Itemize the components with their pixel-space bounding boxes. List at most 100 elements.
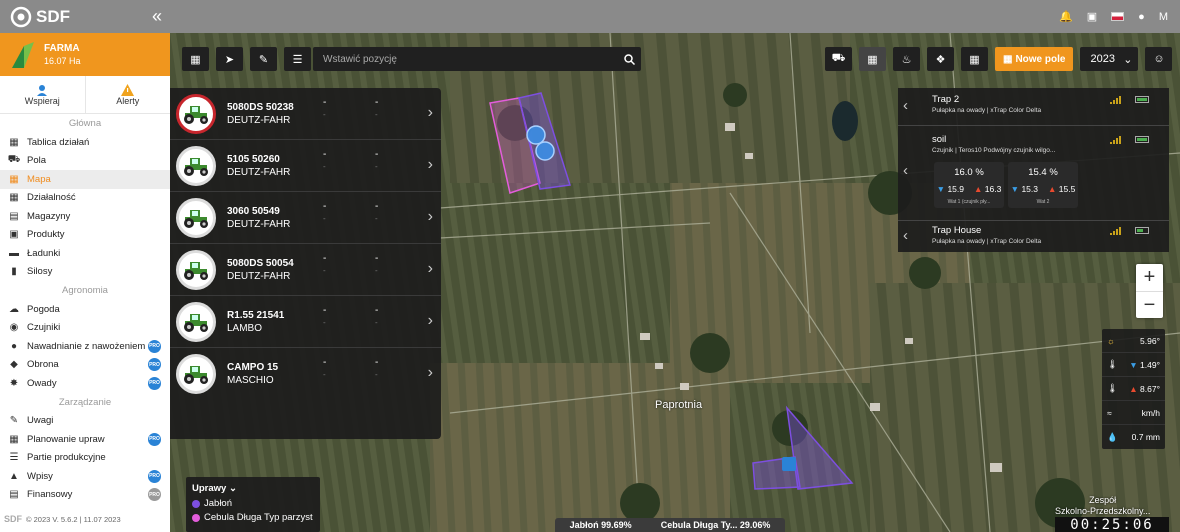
- machine-row[interactable]: R1.55 21541 LAMBO - - - - ›: [170, 296, 441, 348]
- sidebar-item-pola[interactable]: ⛟ Pola: [0, 152, 170, 171]
- flag-pl-icon[interactable]: [1111, 12, 1125, 21]
- sensor-trap2[interactable]: ‹ Trap 2 Pułapka na owady | xTrap Color …: [898, 88, 1169, 126]
- locate-icon[interactable]: ➤: [216, 47, 243, 71]
- chevron-right-icon[interactable]: ›: [428, 260, 433, 278]
- tractor-icon[interactable]: ⛟: [825, 47, 852, 71]
- sidebar-item-tablica-działań[interactable]: ▦ Tablica działań: [0, 133, 170, 152]
- chevron-left-icon[interactable]: ‹: [903, 227, 908, 244]
- new-field-button[interactable]: ▦ Nowe pole: [995, 47, 1074, 71]
- truck-icon: ▬: [9, 247, 19, 259]
- search-icon[interactable]: [617, 53, 641, 65]
- drop-icon: ●: [10, 340, 18, 352]
- machine-row[interactable]: 5105 50260 DEUTZ-FAHR - - - - ›: [170, 140, 441, 192]
- farm-header[interactable]: FARMA 16.07 Ha: [0, 33, 170, 76]
- sidebar-item-ładunki[interactable]: ▬ Ładunki: [0, 244, 170, 263]
- user-initial[interactable]: M: [1159, 11, 1168, 23]
- signal-icon[interactable]: ❖: [927, 47, 954, 71]
- sidebar-item-silosy[interactable]: ▮ Silosy: [0, 263, 170, 282]
- machine-row[interactable]: CAMPO 15 MASCHIO - - - - ›: [170, 348, 441, 400]
- sidebar-item-partie-produkcyjne[interactable]: ☰ Partie produkcyjne: [0, 449, 170, 468]
- collapse-sidebar-icon[interactable]: «: [152, 6, 162, 27]
- sidebar-item-planowanie-upraw[interactable]: ▦ Planowanie upraw PRO: [0, 430, 170, 449]
- chevron-right-icon[interactable]: ›: [428, 312, 433, 330]
- sensor-icon: ◉: [9, 322, 19, 334]
- sensor-title: soil: [932, 134, 947, 145]
- sidebar-item-działalność[interactable]: ▦ Działalność: [0, 189, 170, 208]
- sidebar-item-pogoda[interactable]: ☁ Pogoda: [0, 300, 170, 319]
- year-select[interactable]: 2023 ⌄: [1080, 47, 1139, 71]
- network-icon[interactable]: ▣: [1087, 10, 1097, 23]
- sensor-title: Trap 2: [932, 94, 960, 105]
- chevron-left-icon[interactable]: ‹: [903, 97, 908, 114]
- machine-row[interactable]: 3060 50549 DEUTZ-FAHR - - - - ›: [170, 192, 441, 244]
- sidebar-item-label: Działalność: [27, 192, 76, 204]
- map-icon[interactable]: ▦: [182, 47, 209, 71]
- sidebar-item-owady[interactable]: ✸ Owady PRO: [0, 374, 170, 393]
- grid-icon[interactable]: ▦: [859, 47, 886, 71]
- sidebar-item-uwagi[interactable]: ✎ Uwagi: [0, 412, 170, 431]
- machine-brand: LAMBO: [227, 322, 263, 334]
- sidebar-item-finansowy[interactable]: ▤ Finansowy PRO: [0, 486, 170, 505]
- sidebar-item-produkty[interactable]: ▣ Produkty: [0, 226, 170, 245]
- chevron-down-icon: ⌄: [228, 483, 237, 494]
- arrow-down-icon: ▼: [936, 184, 946, 194]
- machine-value-1: -: [323, 253, 327, 264]
- chevron-left-icon[interactable]: ‹: [903, 162, 908, 179]
- zoom-in-button[interactable]: +: [1136, 264, 1163, 291]
- pro-badge: PRO: [148, 339, 161, 353]
- crop-summary-bar[interactable]: Jabłoń 99.69% Cebula Długa Ty... 29.06%: [555, 518, 785, 532]
- arrow-up-icon: ▲: [974, 184, 983, 194]
- tab-alerts[interactable]: Alerty: [84, 76, 171, 113]
- sidebar-item-magazyny[interactable]: ▤ Magazyny: [0, 207, 170, 226]
- sensor-traphouse[interactable]: ‹ Trap House Pułapka na owady | xTrap Co…: [898, 221, 1169, 252]
- rain-icon: 💧: [1107, 431, 1118, 442]
- sensor-marker[interactable]: [535, 141, 555, 161]
- crops-legend: Uprawy ⌄ Jabłoń Cebula Długa Typ parzyst: [186, 477, 320, 532]
- tractor-icon: ⛟: [7, 154, 21, 166]
- machine-sub-1: -: [323, 110, 326, 119]
- drop-icon[interactable]: ♨: [893, 47, 920, 71]
- sensor-title: Trap House: [932, 225, 982, 236]
- legend-item[interactable]: Jabłoń: [192, 498, 314, 509]
- map-view[interactable]: Paprotnia Zespół Szkolno-Przedszkolny...…: [170, 33, 1180, 532]
- sensor-soil[interactable]: ‹ soil Czujnik | Teros10 Podwójny czujni…: [898, 126, 1169, 221]
- sidebar-item-nawadnianie-z-nawożeniem[interactable]: ● Nawadnianie z nawożeniem PRO: [0, 337, 170, 356]
- legend-item[interactable]: Cebula Długa Typ parzyst: [192, 512, 314, 523]
- sidebar-item-czujniki[interactable]: ◉ Czujniki: [0, 319, 170, 338]
- tab-support[interactable]: Wspieraj: [0, 76, 85, 113]
- sidebar-menu: Główna ▦ Tablica działań ⛟ Pola ▦ Mapa ▦ Działal…: [0, 115, 170, 504]
- machine-row[interactable]: 5080DS 50054 DEUTZ-FAHR - - - - ›: [170, 244, 441, 296]
- ruler-icon[interactable]: ✎: [250, 47, 277, 71]
- sidebar-item-label: Magazyny: [27, 210, 71, 222]
- bell-icon[interactable]: 🔔: [1059, 10, 1073, 23]
- pro-badge: PRO: [148, 358, 161, 372]
- map-book-icon[interactable]: ▦: [961, 47, 988, 71]
- trap-marker[interactable]: [782, 457, 796, 471]
- chevron-right-icon[interactable]: ›: [428, 156, 433, 174]
- color-dot: [192, 499, 200, 508]
- chevron-right-icon[interactable]: ›: [428, 364, 433, 382]
- sidebar-item-label: Silosy: [27, 266, 53, 278]
- chevron-right-icon[interactable]: ›: [428, 208, 433, 226]
- user-settings-icon[interactable]: ☺: [1145, 47, 1173, 71]
- chevron-right-icon[interactable]: ›: [428, 104, 433, 122]
- soil-value-box-1: 16.0 % ▼ 15.9 ▲ 16.3 Wat 1 (czujnik pły..…: [934, 162, 1004, 208]
- layers-icon[interactable]: ☰: [284, 47, 311, 71]
- search-input[interactable]: [313, 53, 617, 65]
- warehouse-icon: ▤: [9, 210, 19, 222]
- sidebar-item-obrona[interactable]: ◆ Obrona PRO: [0, 356, 170, 375]
- legend-title[interactable]: Uprawy ⌄: [192, 483, 314, 494]
- sidebar-item-wpisy[interactable]: ▲ Wpisy PRO: [0, 467, 170, 486]
- sdf-logo[interactable]: SDF: [10, 6, 70, 28]
- sidebar-item-label: Wpisy: [27, 470, 53, 482]
- user-icon[interactable]: ●: [1138, 11, 1145, 23]
- machine-sub-1: -: [323, 318, 326, 327]
- sensor-marker[interactable]: [526, 125, 546, 145]
- sidebar-item-label: Planowanie upraw: [27, 433, 105, 445]
- sidebar-item-mapa[interactable]: ▦ Mapa: [0, 170, 170, 189]
- machine-sub-2: -: [375, 162, 378, 171]
- machines-panel: 5080DS 50238 DEUTZ-FAHR - - - - › 5105 50260 DEU…: [170, 88, 441, 439]
- machine-row[interactable]: 5080DS 50238 DEUTZ-FAHR - - - - ›: [170, 88, 441, 140]
- zoom-out-button[interactable]: −: [1136, 291, 1163, 318]
- pro-badge: PRO: [148, 488, 161, 502]
